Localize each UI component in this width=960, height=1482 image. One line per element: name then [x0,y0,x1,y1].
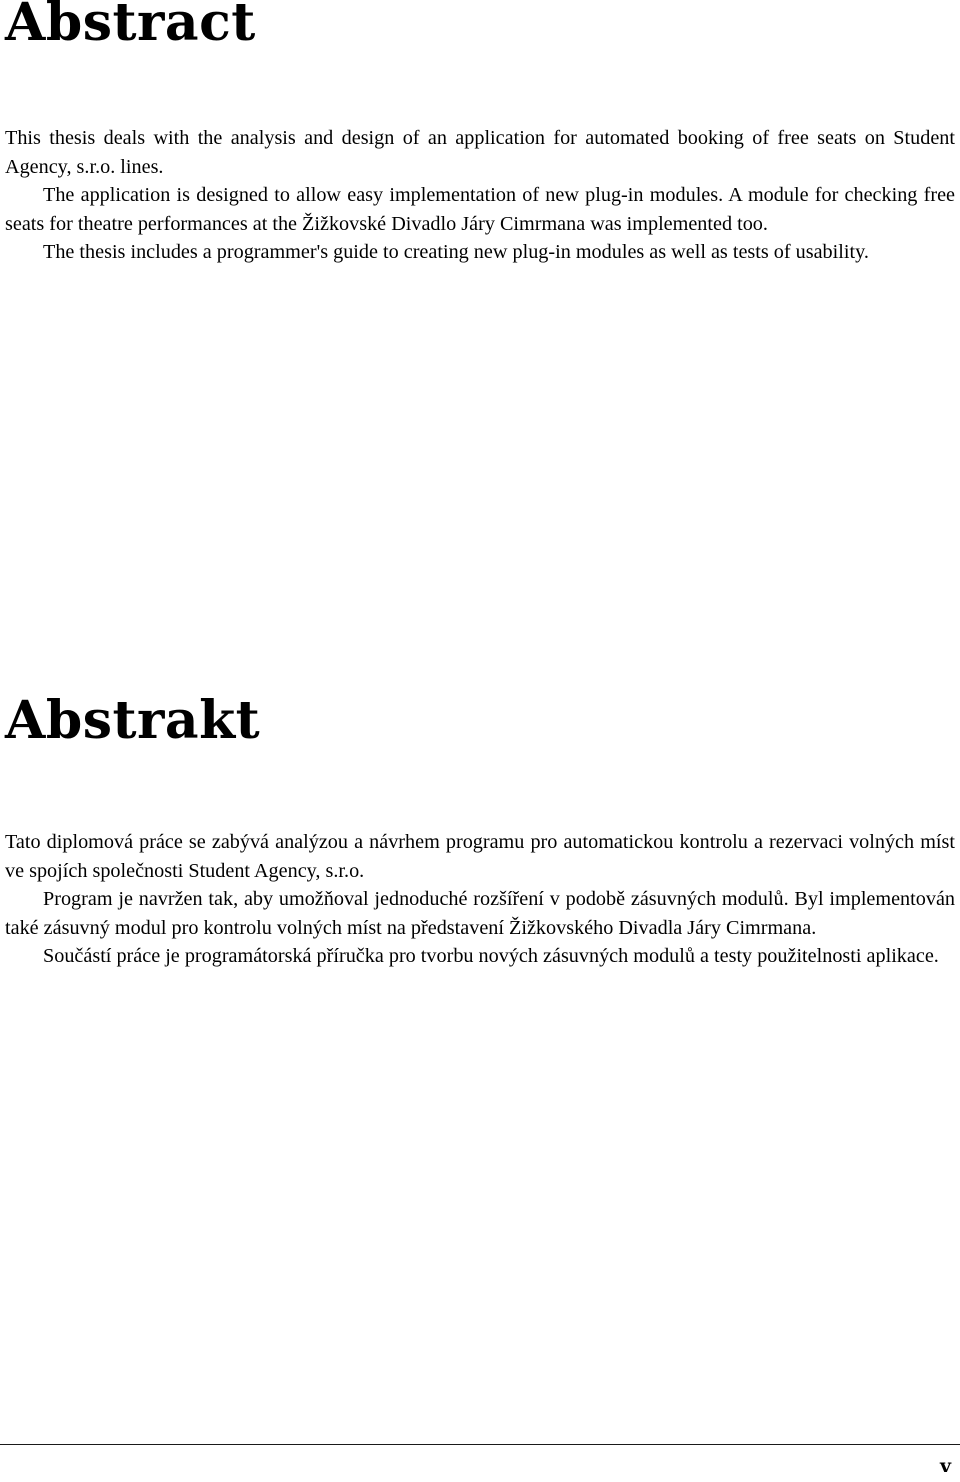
abstract-english-body: This thesis deals with the analysis and … [5,124,955,267]
paragraph: Tato diplomová práce se zabývá analýzou … [5,831,955,882]
paragraph: The application is designed to allow eas… [5,184,955,235]
abstract-czech-body: Tato diplomová práce se zabývá analýzou … [5,828,955,971]
paragraph: This thesis deals with the analysis and … [5,127,955,178]
paragraph: Součástí práce je programátorská příručk… [43,945,939,968]
footer-divider [0,1444,960,1445]
document-page: Abstract This thesis deals with the anal… [0,0,960,1482]
page-title-abstract-english: Abstract [5,0,256,53]
page-title-abstract-czech: Abstrakt [5,690,261,751]
paragraph: The thesis includes a programmer's guide… [43,241,869,264]
paragraph: Program je navržen tak, aby umožňoval je… [5,888,955,939]
page-number: v [939,1455,951,1477]
